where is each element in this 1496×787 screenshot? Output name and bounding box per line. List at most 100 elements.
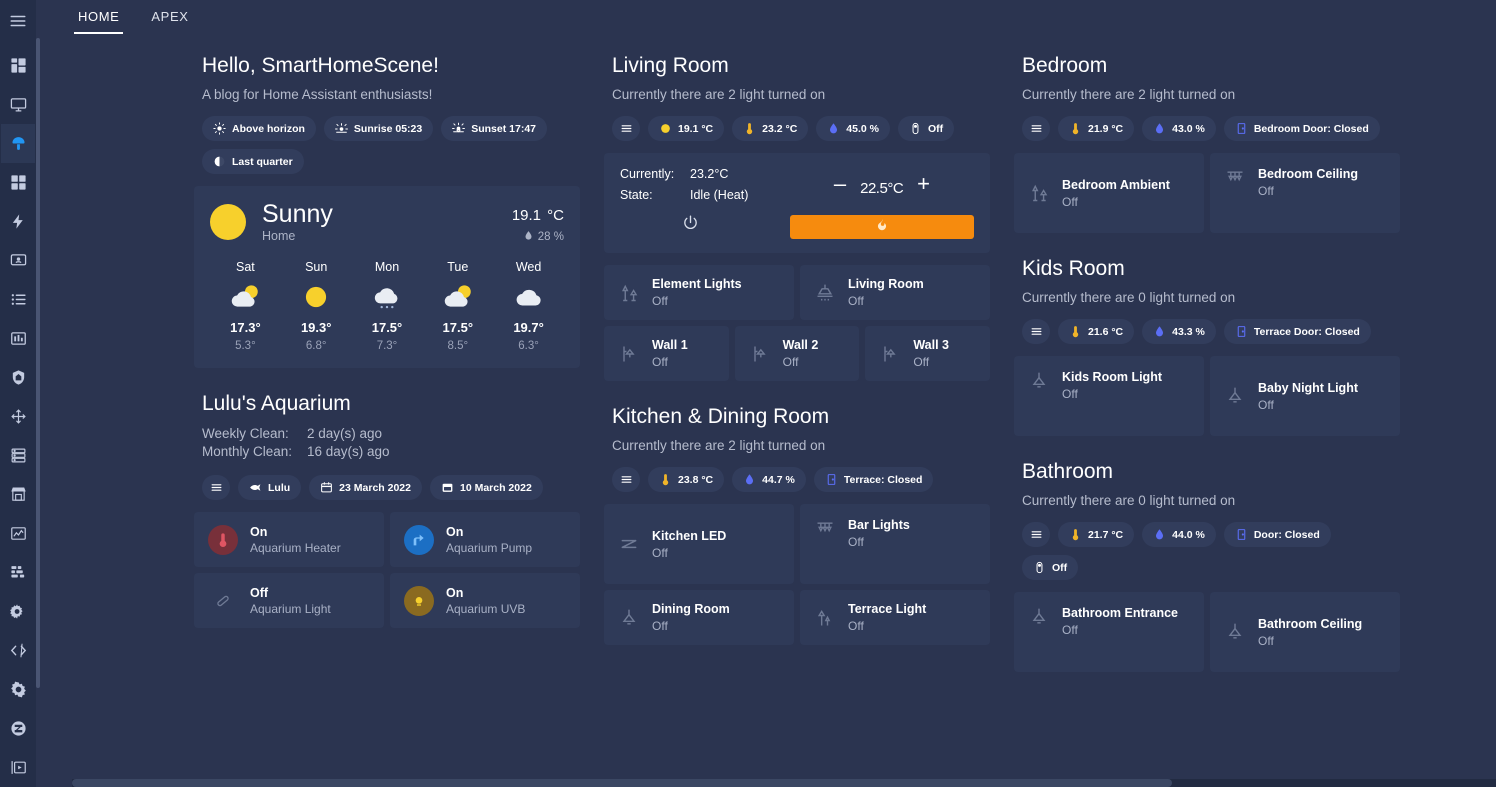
chip-menu-button[interactable] <box>1022 116 1050 141</box>
sidebar-item-server[interactable] <box>1 436 35 475</box>
sunrise-icon <box>334 122 348 135</box>
chip-outdoor-temp[interactable]: 19.1 °C <box>648 116 725 141</box>
sidebar-item-overview[interactable] <box>1 46 35 85</box>
hamburger-icon <box>620 122 633 135</box>
chip-humidity[interactable]: 44.0 % <box>1142 522 1216 547</box>
sidebar-menu-button[interactable] <box>1 4 35 38</box>
light-dining-room[interactable]: Dining Room Off <box>604 590 794 645</box>
chip-humidity[interactable]: 43.0 % <box>1142 116 1216 141</box>
light-name: Bedroom Ambient <box>1062 177 1170 192</box>
light-wall-2[interactable]: Wall 2 Off <box>734 326 860 381</box>
bathroom-section: Bathroom Currently there are 0 light tur… <box>1014 460 1400 672</box>
chip-fish-name[interactable]: Lulu <box>238 475 302 501</box>
sidebar-item-statistics[interactable] <box>1 514 35 553</box>
forecast-low: 8.5° <box>447 340 469 352</box>
sidebar <box>0 0 40 787</box>
light-state: Off <box>1062 387 1078 401</box>
weather-card[interactable]: Sunny Home 19.1 °C 28 % Sat 17.3° 5.3° S… <box>194 186 580 368</box>
sun-above-icon <box>213 122 226 135</box>
sidebar-item-settings[interactable] <box>1 670 35 709</box>
chip-menu-button[interactable] <box>612 467 640 492</box>
chip-bedroom-door[interactable]: Bedroom Door: Closed <box>1223 116 1380 141</box>
tab-apex[interactable]: APEX <box>135 0 204 34</box>
chip-humidity[interactable]: 43.3 % <box>1142 319 1216 344</box>
sidebar-item-code-editor[interactable] <box>1 631 35 670</box>
sidebar-item-person[interactable] <box>1 241 35 280</box>
chip-sunset[interactable]: Sunset 17:47 <box>441 116 547 141</box>
sidebar-item-zigbee[interactable] <box>1 709 35 748</box>
sidebar-item-network[interactable] <box>1 553 35 592</box>
light-bathroom-ceiling[interactable]: Bathroom Ceiling Off <box>1210 592 1400 672</box>
tile-aquarium-uvb[interactable]: On Aquarium UVB <box>390 573 580 629</box>
chip-terrace-door[interactable]: Terrace: Closed <box>813 467 934 492</box>
pendant-light-icon <box>1028 370 1050 392</box>
tab-home[interactable]: HOME <box>62 0 135 34</box>
light-bedroom-ambient[interactable]: Bedroom Ambient Off <box>1014 153 1204 233</box>
light-terrace-light[interactable]: Terrace Light Off <box>800 590 990 645</box>
chip-temperature[interactable]: 21.9 °C <box>1058 116 1135 141</box>
chip-humidity[interactable]: 45.0 % <box>816 116 890 141</box>
chip-sunrise[interactable]: Sunrise 05:23 <box>323 116 434 141</box>
tile-aquarium-light[interactable]: Off Aquarium Light <box>194 573 384 629</box>
humidity-icon <box>1153 528 1166 541</box>
chip-monthly-date[interactable]: 10 March 2022 <box>429 475 543 501</box>
chip-sun-position[interactable]: Above horizon <box>202 116 316 141</box>
chip-moon-phase[interactable]: Last quarter <box>202 149 304 174</box>
chip-menu-button[interactable] <box>1022 522 1050 547</box>
sidebar-item-mushroom[interactable] <box>1 124 35 163</box>
forecast-day: Mon 17.5° 7.3° <box>352 260 423 352</box>
forecast-day: Sat 17.3° 5.3° <box>210 260 281 352</box>
sidebar-item-history[interactable] <box>1 319 35 358</box>
chip-weekly-date[interactable]: 23 March 2022 <box>309 475 422 501</box>
chip-menu-button[interactable] <box>1022 319 1050 344</box>
chip-humidity[interactable]: 44.7 % <box>732 467 806 492</box>
light-wall-3[interactable]: Wall 3 Off <box>865 326 990 381</box>
living-room-section: Living Room Currently there are 2 light … <box>604 54 990 381</box>
sidebar-item-dashboard[interactable] <box>1 163 35 202</box>
light-living-room[interactable]: Living Room Off <box>800 265 990 320</box>
chip-door[interactable]: Door: Closed <box>1223 522 1331 547</box>
thermostat-increase-button[interactable]: + <box>917 171 930 197</box>
light-wall-1[interactable]: Wall 1 Off <box>604 326 729 381</box>
sidebar-item-media-browser[interactable] <box>1 85 35 124</box>
sidebar-item-integrations[interactable] <box>1 592 35 631</box>
tile-aquarium-pump[interactable]: On Aquarium Pump <box>390 512 580 568</box>
light-bathroom-entrance[interactable]: Bathroom Entrance Off <box>1014 592 1204 672</box>
outdoor-light-icon <box>814 607 836 629</box>
sidebar-item-security[interactable] <box>1 358 35 397</box>
chip-temperature[interactable]: 23.8 °C <box>648 467 725 492</box>
sidebar-item-store[interactable] <box>1 475 35 514</box>
chip-motion[interactable]: Off <box>897 116 955 141</box>
light-bedroom-ceiling[interactable]: Bedroom Ceiling Off <box>1210 153 1400 233</box>
sidebar-item-todo[interactable] <box>1 280 35 319</box>
thermostat-state-label: State: <box>620 188 653 202</box>
chip-label: 19.1 °C <box>678 122 714 135</box>
chip-menu-button[interactable] <box>612 116 640 141</box>
pump-icon <box>404 524 434 555</box>
chip-temperature[interactable]: 23.2 °C <box>732 116 809 141</box>
light-bar-lights[interactable]: Bar Lights Off <box>800 504 990 584</box>
light-kitchen-led[interactable]: Kitchen LED Off <box>604 504 794 584</box>
horizontal-scrollbar[interactable] <box>72 779 1496 787</box>
light-kids-room-light[interactable]: Kids Room Light Off <box>1014 356 1204 436</box>
forecast-low: 5.3° <box>235 340 256 352</box>
calendar2-icon <box>441 481 454 494</box>
sidebar-item-energy[interactable] <box>1 202 35 241</box>
aquarium-title: Lulu's Aquarium <box>202 392 351 415</box>
sidebar-item-media-player[interactable] <box>1 748 35 787</box>
chip-motion[interactable]: Off <box>1022 555 1079 580</box>
thermostat-heat-mode-button[interactable] <box>789 215 974 239</box>
chip-temperature[interactable]: 21.7 °C <box>1058 522 1135 547</box>
chip-label: 23 March 2022 <box>339 481 411 494</box>
chip-terrace-door[interactable]: Terrace Door: Closed <box>1223 319 1371 344</box>
chip-menu-button[interactable] <box>202 475 230 501</box>
light-baby-night-light[interactable]: Baby Night Light Off <box>1210 356 1400 436</box>
chip-temperature[interactable]: 21.6 °C <box>1058 319 1135 344</box>
tile-aquarium-heater[interactable]: On Aquarium Heater <box>194 512 384 568</box>
thermostat-decrease-button[interactable]: – <box>834 171 846 197</box>
light-element-lights[interactable]: Element Lights Off <box>604 265 794 320</box>
humidity-icon <box>827 122 840 135</box>
sidebar-item-automation[interactable] <box>1 397 35 436</box>
thermostat-card[interactable]: Currently: 23.2°C State: Idle (Heat) – 22.… <box>604 153 990 253</box>
thermostat-power-button[interactable] <box>620 214 790 236</box>
